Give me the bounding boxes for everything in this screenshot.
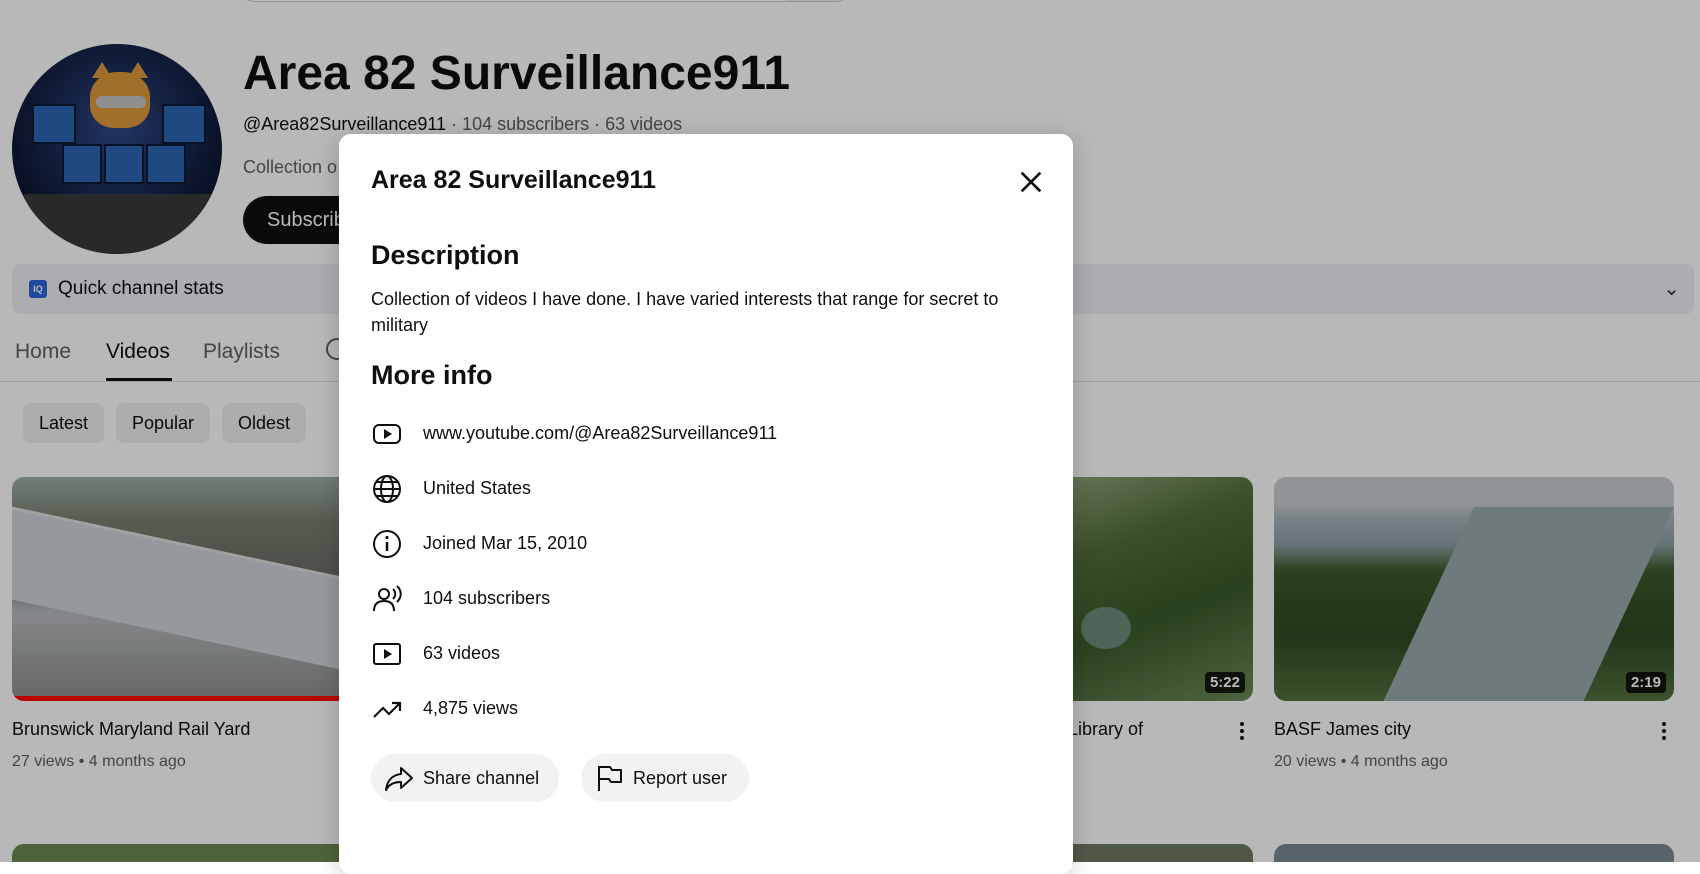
- channel-page: Area 82 Surveillance911 @Area82Surveilla…: [0, 0, 1700, 874]
- globe-icon: [373, 475, 401, 503]
- dialog-title: Area 82 Surveillance911: [371, 166, 656, 194]
- info-row-videos: 63 videos: [371, 634, 1011, 674]
- subscriber-count-text: 104 subscribers: [423, 588, 551, 608]
- info-row-views: 4,875 views: [371, 689, 1011, 729]
- info-row-joined: Joined Mar 15, 2010: [371, 524, 1011, 564]
- more-info-heading: More info: [371, 360, 493, 390]
- about-channel-dialog: Area 82 Surveillance911 Description Coll…: [339, 134, 1073, 874]
- description-heading: Description: [371, 240, 520, 270]
- report-user-label: Report user: [633, 768, 728, 788]
- view-count-text: 4,875 views: [423, 698, 519, 718]
- youtube-play-icon: [373, 424, 401, 444]
- info-row-subscribers: 104 subscribers: [371, 579, 1011, 619]
- channel-url[interactable]: www.youtube.com/@Area82Surveillance911: [423, 423, 777, 444]
- info-icon: [373, 530, 401, 558]
- country-text: United States: [423, 478, 532, 498]
- share-icon: [385, 767, 413, 791]
- report-user-button[interactable]: Report user: [581, 754, 749, 802]
- flag-icon: [598, 766, 622, 791]
- video-count-text: 63 videos: [423, 643, 501, 663]
- close-icon[interactable]: [1015, 166, 1047, 198]
- subscribers-icon: [373, 585, 402, 612]
- share-channel-button[interactable]: Share channel: [371, 754, 559, 802]
- joined-date-text: Joined Mar 15, 2010: [423, 533, 588, 553]
- share-channel-label: Share channel: [423, 768, 540, 788]
- description-text: Collection of videos I have done. I have…: [371, 289, 999, 335]
- info-row-country: United States: [371, 469, 1011, 509]
- video-icon: [373, 643, 401, 665]
- info-row-link[interactable]: www.youtube.com/@Area82Surveillance911: [371, 414, 1011, 454]
- trending-icon: [373, 701, 402, 718]
